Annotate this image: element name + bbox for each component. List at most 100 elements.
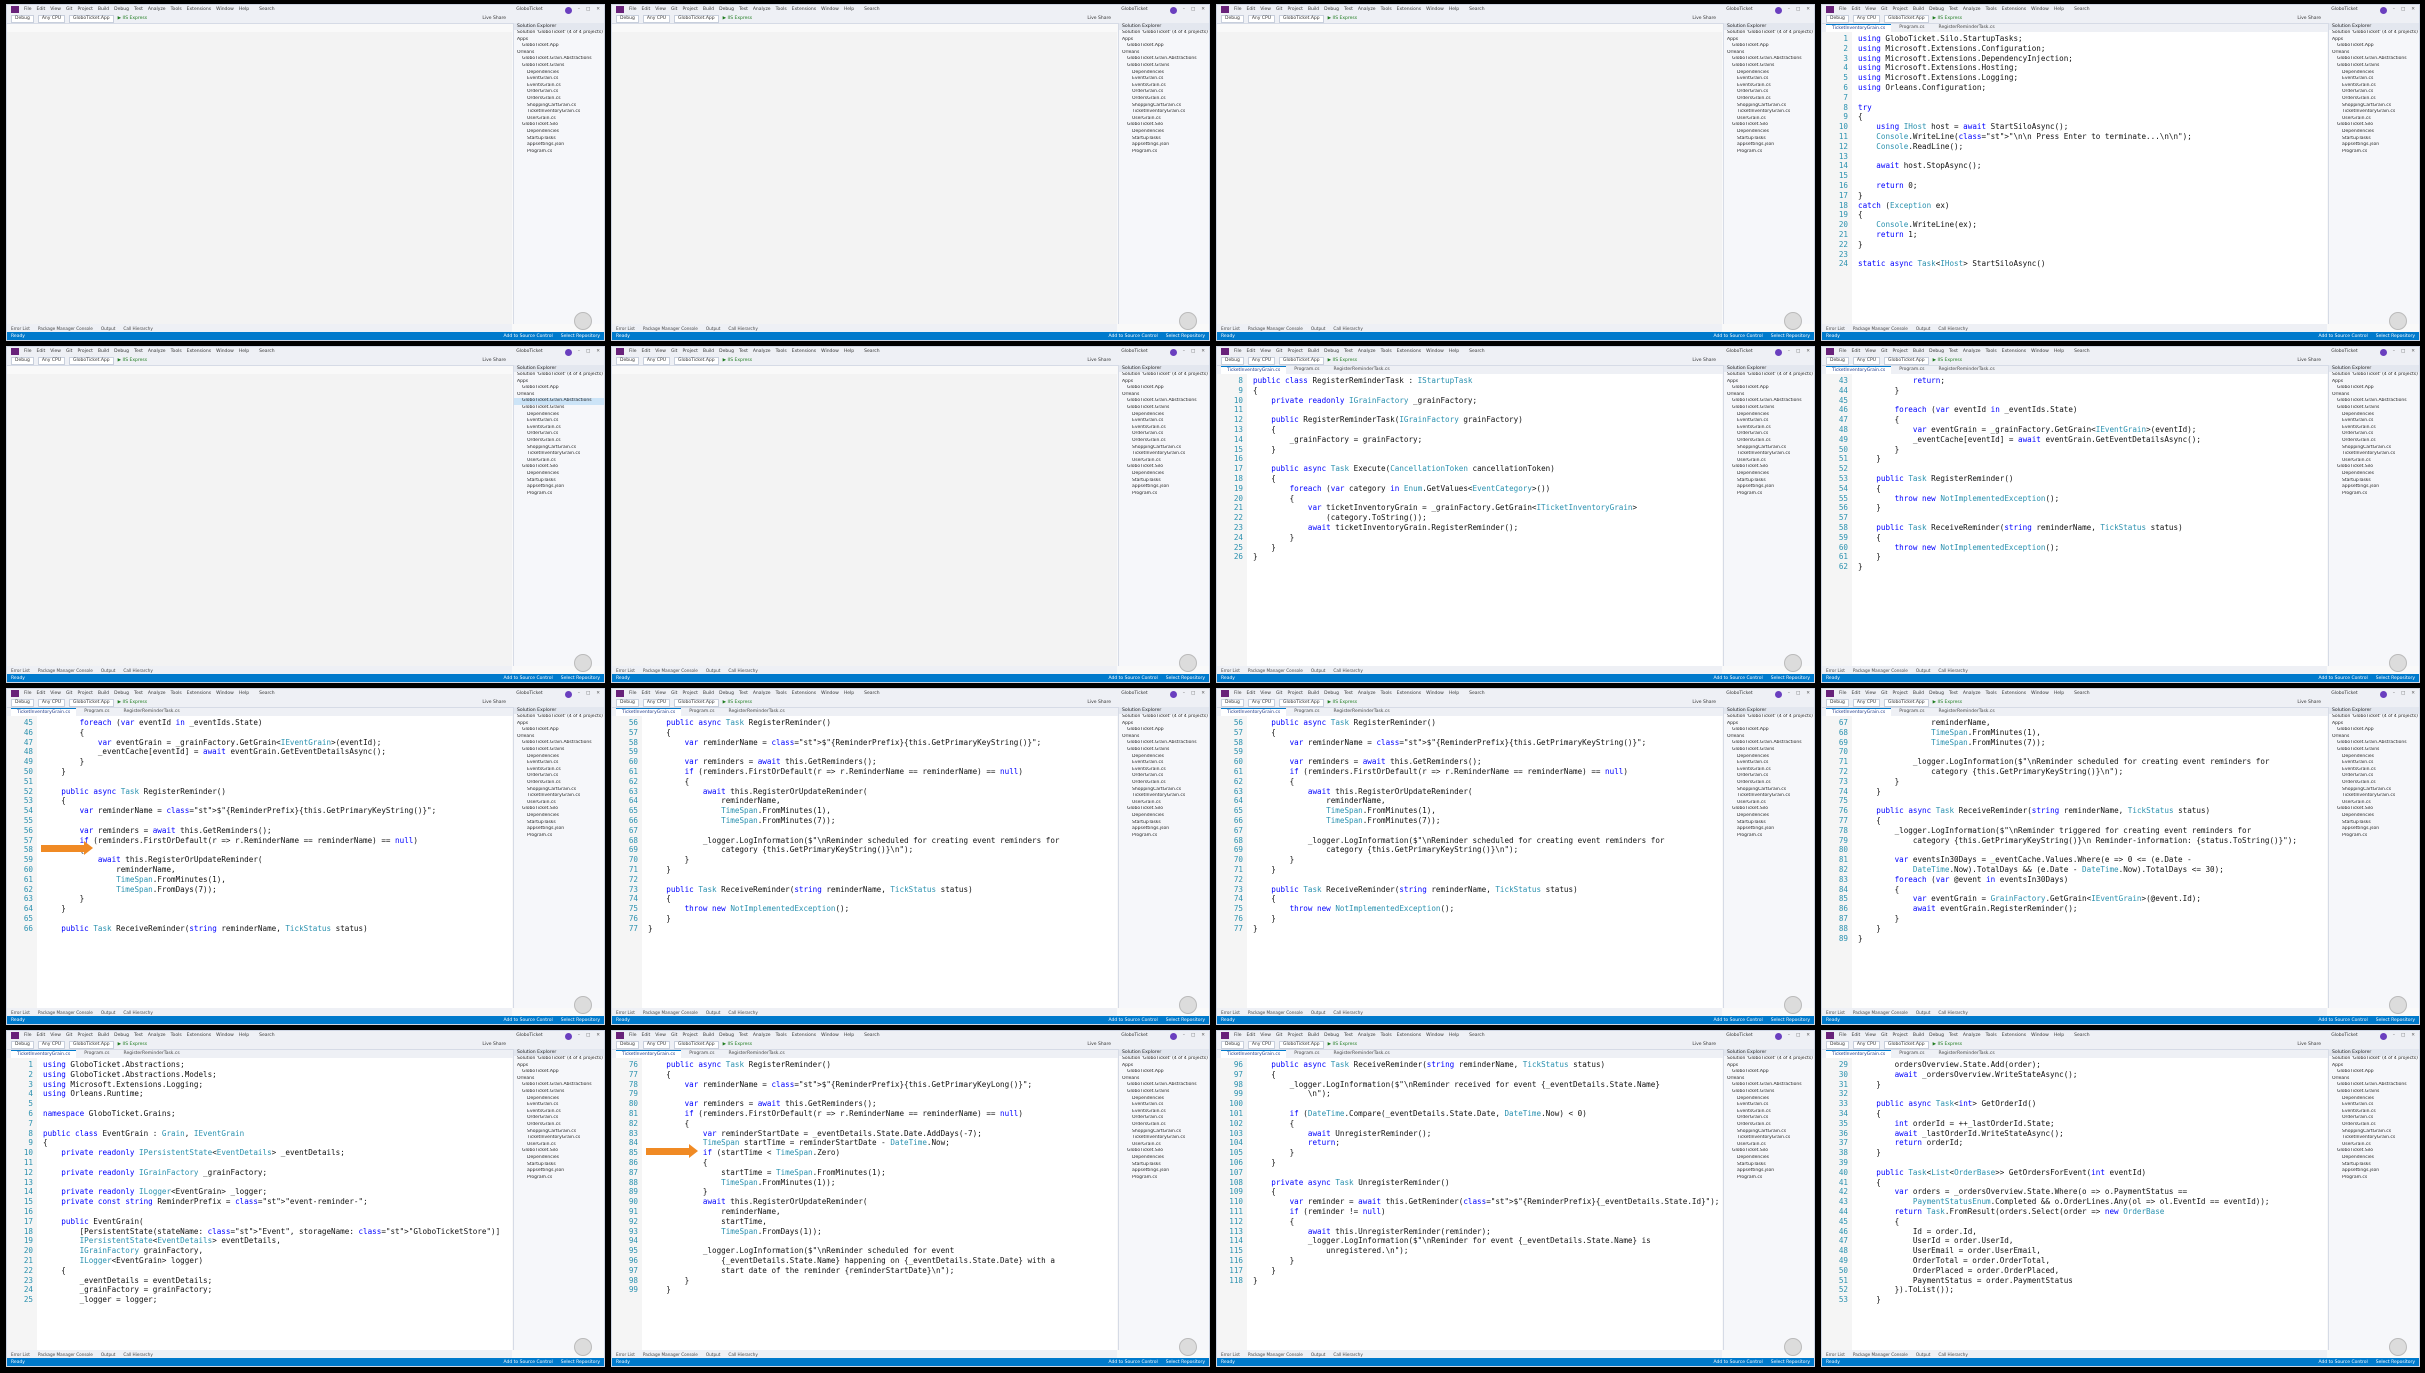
add-to-source-control[interactable]: Add to Source Control <box>2319 1360 2368 1365</box>
menu-item-git[interactable]: Git <box>1276 349 1283 354</box>
solution-item[interactable]: Dependencies <box>1119 1096 1209 1103</box>
menu-item-debug[interactable]: Debug <box>1929 349 1944 354</box>
menu-item-window[interactable]: Window <box>2031 691 2049 696</box>
solution-item[interactable]: GloboTicket.App <box>2329 385 2419 392</box>
solution-item[interactable]: UserGrain.cs <box>1119 458 1209 465</box>
close-icon[interactable]: ✕ <box>596 349 600 354</box>
menu-item-build[interactable]: Build <box>1308 1033 1319 1038</box>
live-share-button[interactable]: Live Share <box>1692 700 1716 705</box>
solution-item[interactable]: Dependencies <box>2329 813 2419 820</box>
solution-item[interactable]: Orleans <box>514 734 604 741</box>
solution-item[interactable]: GloboTicket.Silo <box>514 806 604 813</box>
solution-item[interactable]: EventsGrain.cs <box>514 425 604 432</box>
solution-item[interactable]: GloboTicket.App <box>1119 727 1209 734</box>
account-avatar[interactable] <box>1170 7 1177 14</box>
menu-item-file[interactable]: File <box>24 349 32 354</box>
search-box[interactable]: Search <box>2074 7 2089 12</box>
solution-item[interactable]: EventGrain.cs <box>1724 418 1814 425</box>
solution-item[interactable]: TicketInventoryGrain.cs <box>2329 1135 2419 1142</box>
solution-item[interactable]: Dependencies <box>514 471 604 478</box>
solution-item[interactable]: Program.cs <box>1724 149 1814 156</box>
document-tab[interactable]: Program.cs <box>78 1050 115 1058</box>
solution-item[interactable]: Solution 'GloboTicket' (4 of 4 projects) <box>1724 30 1814 37</box>
solution-item[interactable]: appsettings.json <box>1119 826 1209 833</box>
menu-item-window[interactable]: Window <box>216 691 234 696</box>
platform-dropdown[interactable]: Any CPU <box>37 698 65 707</box>
document-tab[interactable]: Program.cs <box>683 1050 720 1058</box>
run-button[interactable]: ▶ IIS Express <box>1933 16 1962 21</box>
solution-item[interactable]: EventGrain.cs <box>1724 760 1814 767</box>
solution-item[interactable]: ShoppingCartGrain.cs <box>1119 1129 1209 1136</box>
solution-item[interactable]: Apps <box>1119 1063 1209 1070</box>
solution-item[interactable]: OrderGrain.cs <box>1119 431 1209 438</box>
menu-item-tools[interactable]: Tools <box>171 1033 182 1038</box>
solution-item[interactable]: Solution 'GloboTicket' (4 of 4 projects) <box>1724 1056 1814 1063</box>
menu-item-debug[interactable]: Debug <box>1324 1033 1339 1038</box>
solution-item[interactable]: GloboTicket.Grains <box>514 747 604 754</box>
menu-item-help[interactable]: Help <box>844 349 854 354</box>
solution-item[interactable]: OrdersGrain.cs <box>514 438 604 445</box>
solution-item[interactable]: Program.cs <box>514 833 604 840</box>
run-button[interactable]: ▶ IIS Express <box>723 16 752 21</box>
solution-item[interactable]: EventsGrain.cs <box>1724 425 1814 432</box>
solution-item[interactable]: UserGrain.cs <box>514 116 604 123</box>
tool-tab[interactable]: Call Hierarchy <box>1938 326 1967 331</box>
window-controls[interactable]: – □ ✕ <box>1183 691 1205 696</box>
solution-item[interactable]: Apps <box>2329 1063 2419 1070</box>
code-editor[interactable]: 29 ordersOverview.State.Add(order); 30 aw… <box>1822 1058 2327 1350</box>
tool-tab[interactable]: Error List <box>1221 326 1240 331</box>
solution-item[interactable]: UserGrain.cs <box>2329 116 2419 123</box>
menu-item-edit[interactable]: Edit <box>1852 1033 1861 1038</box>
add-to-source-control[interactable]: Add to Source Control <box>1714 676 1763 681</box>
configuration-dropdown[interactable]: Debug <box>616 14 639 23</box>
window-controls[interactable]: – □ ✕ <box>1183 349 1205 354</box>
solution-item[interactable]: StartupTasks <box>1119 820 1209 827</box>
tool-tab[interactable]: Package Manager Console <box>1248 668 1303 673</box>
solution-item[interactable]: EventsGrain.cs <box>1724 767 1814 774</box>
live-share-button[interactable]: Live Share <box>482 1042 506 1047</box>
solution-item[interactable]: OrdersGrain.cs <box>1119 1122 1209 1129</box>
solution-item[interactable]: Solution 'GloboTicket' (4 of 4 projects) <box>1119 372 1209 379</box>
solution-item[interactable]: OrderGrain.cs <box>514 431 604 438</box>
startup-project-dropdown[interactable]: GloboTicket.App <box>69 698 114 707</box>
solution-item[interactable]: Dependencies <box>514 813 604 820</box>
tool-tab[interactable]: Call Hierarchy <box>1938 1010 1967 1015</box>
solution-item[interactable]: Dependencies <box>1724 1096 1814 1103</box>
document-tab[interactable]: TicketInventoryGrain.cs <box>11 708 77 716</box>
solution-item[interactable]: GloboTicket.Grain.Abstractions <box>514 56 604 63</box>
close-icon[interactable]: ✕ <box>1201 349 1205 354</box>
menu-item-debug[interactable]: Debug <box>1324 349 1339 354</box>
solution-item[interactable]: Dependencies <box>1119 471 1209 478</box>
solution-item[interactable]: Program.cs <box>1724 491 1814 498</box>
minimize-icon[interactable]: – <box>1183 691 1185 696</box>
tool-tab[interactable]: Error List <box>1221 1352 1240 1357</box>
solution-item[interactable]: StartupTasks <box>2329 136 2419 143</box>
solution-item[interactable]: OrderGrain.cs <box>2329 89 2419 96</box>
menu-item-edit[interactable]: Edit <box>1247 691 1256 696</box>
menu-item-view[interactable]: View <box>1865 691 1876 696</box>
menu-item-tools[interactable]: Tools <box>1986 7 1997 12</box>
minimize-icon[interactable]: – <box>2393 1033 2395 1038</box>
menu-item-analyze[interactable]: Analyze <box>148 691 166 696</box>
menu-item-window[interactable]: Window <box>216 349 234 354</box>
solution-item[interactable]: UserGrain.cs <box>2329 458 2419 465</box>
solution-item[interactable]: Dependencies <box>1724 1155 1814 1162</box>
solution-item[interactable]: Dependencies <box>1724 813 1814 820</box>
menu-item-build[interactable]: Build <box>98 349 109 354</box>
menu-item-test[interactable]: Test <box>739 1033 748 1038</box>
tool-tab[interactable]: Error List <box>11 1010 30 1015</box>
add-to-source-control[interactable]: Add to Source Control <box>1109 676 1158 681</box>
solution-item[interactable]: GloboTicket.Silo <box>1724 1148 1814 1155</box>
menu-item-window[interactable]: Window <box>1426 349 1444 354</box>
solution-item[interactable]: OrdersGrain.cs <box>1724 780 1814 787</box>
tool-tab[interactable]: Package Manager Console <box>643 326 698 331</box>
add-to-source-control[interactable]: Add to Source Control <box>1714 1018 1763 1023</box>
solution-item[interactable]: EventsGrain.cs <box>2329 83 2419 90</box>
tool-tab[interactable]: Output <box>706 326 721 331</box>
menu-item-file[interactable]: File <box>629 1033 637 1038</box>
menu-item-file[interactable]: File <box>1234 349 1242 354</box>
menu-item-build[interactable]: Build <box>1913 349 1924 354</box>
solution-item[interactable]: GloboTicket.Grain.Abstractions <box>514 1082 604 1089</box>
menu-item-project[interactable]: Project <box>682 1033 697 1038</box>
menu-item-build[interactable]: Build <box>1308 691 1319 696</box>
